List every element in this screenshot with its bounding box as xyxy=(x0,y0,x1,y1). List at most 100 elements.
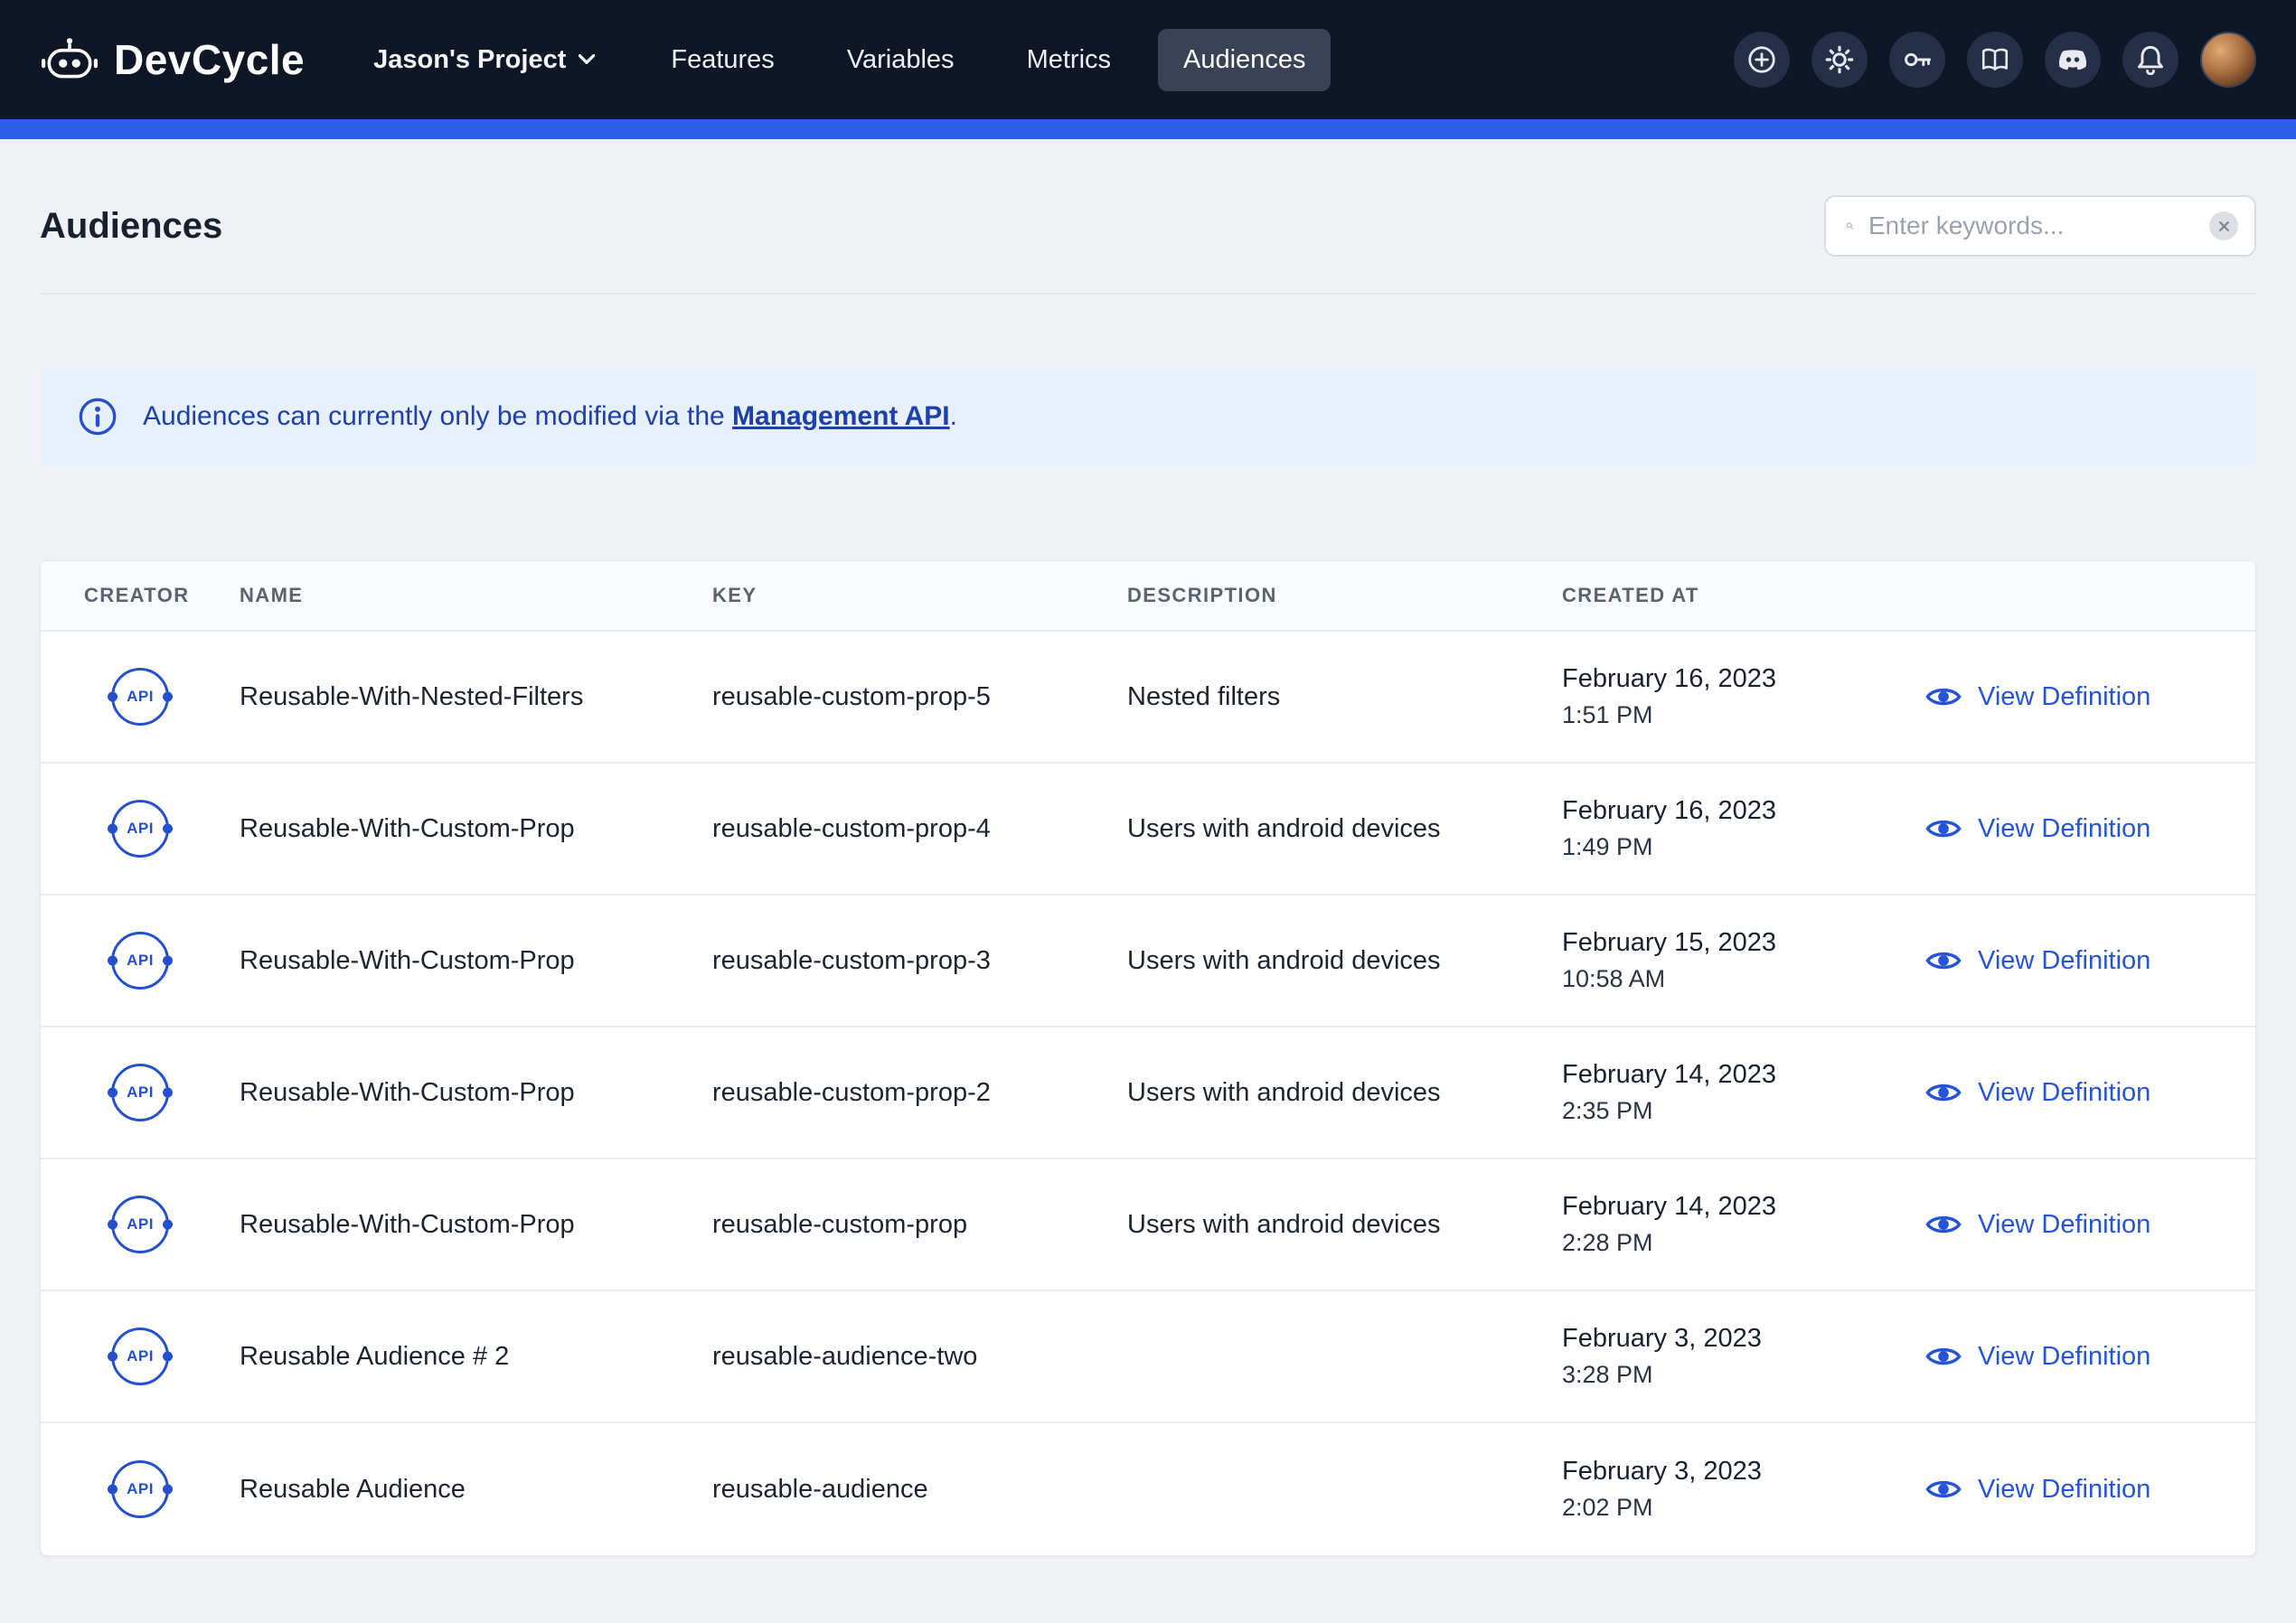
created-date: February 3, 2023 xyxy=(1562,1324,1896,1354)
view-definition-link[interactable]: View Definition xyxy=(1896,814,2255,844)
api-badge-label: API xyxy=(127,820,154,838)
close-icon xyxy=(2218,220,2230,232)
view-definition-link[interactable]: View Definition xyxy=(1896,1078,2255,1108)
creator-cell: API xyxy=(41,1460,240,1518)
created-date: February 14, 2023 xyxy=(1562,1060,1896,1090)
view-definition-label: View Definition xyxy=(1978,1210,2150,1240)
search-box xyxy=(1824,195,2256,257)
view-definition-link[interactable]: View Definition xyxy=(1896,682,2255,712)
nav-item-metrics[interactable]: Metrics xyxy=(1002,29,1136,91)
created-at-cell: February 3, 2023 3:28 PM xyxy=(1562,1324,1896,1389)
audience-key: reusable-custom-prop-5 xyxy=(712,682,1127,712)
view-definition-link[interactable]: View Definition xyxy=(1896,946,2255,976)
eye-icon xyxy=(1925,1344,1962,1369)
audience-description: Nested filters xyxy=(1127,682,1562,712)
view-definition-label: View Definition xyxy=(1978,814,2150,844)
api-badge-label: API xyxy=(127,1215,154,1234)
view-definition-label: View Definition xyxy=(1978,946,2150,976)
api-badge-icon: API xyxy=(111,800,169,858)
created-time: 10:58 AM xyxy=(1562,965,1896,993)
creator-cell: API xyxy=(41,668,240,726)
banner-text-suffix: . xyxy=(950,401,957,431)
col-header-name: Name xyxy=(240,584,712,607)
table-row: API Reusable-With-Custom-Prop reusable-c… xyxy=(41,1027,2255,1159)
api-badge-label: API xyxy=(127,952,154,970)
view-definition-label: View Definition xyxy=(1978,1475,2150,1505)
eye-icon xyxy=(1925,816,1962,841)
user-avatar[interactable] xyxy=(2200,32,2256,88)
audience-name: Reusable-With-Nested-Filters xyxy=(240,682,712,712)
table-row: API Reusable-With-Custom-Prop reusable-c… xyxy=(41,896,2255,1027)
audience-key: reusable-audience xyxy=(712,1475,1127,1505)
created-time: 3:28 PM xyxy=(1562,1361,1896,1389)
created-date: February 16, 2023 xyxy=(1562,796,1896,826)
created-at-cell: February 15, 2023 10:58 AM xyxy=(1562,928,1896,993)
api-badge-label: API xyxy=(127,1347,154,1365)
table-row: API Reusable-With-Nested-Filters reusabl… xyxy=(41,632,2255,764)
table-row: API Reusable-With-Custom-Prop reusable-c… xyxy=(41,764,2255,896)
chevron-down-icon xyxy=(579,54,595,65)
navbar-actions xyxy=(1734,32,2256,88)
gear-icon xyxy=(1824,44,1855,75)
table-row: API Reusable-With-Custom-Prop reusable-c… xyxy=(41,1159,2255,1291)
primary-nav: Features Variables Metrics Audiences xyxy=(645,29,1331,91)
docs-button[interactable] xyxy=(1967,32,2023,88)
creator-cell: API xyxy=(41,1327,240,1385)
info-banner: Audiences can currently only be modified… xyxy=(40,367,2256,466)
project-selector[interactable]: Jason's Project xyxy=(373,45,595,75)
api-badge-icon: API xyxy=(111,932,169,990)
banner-text-prefix: Audiences can currently only be modified… xyxy=(143,401,732,431)
created-at-cell: February 14, 2023 2:28 PM xyxy=(1562,1192,1896,1257)
view-definition-link[interactable]: View Definition xyxy=(1896,1210,2255,1240)
audience-description: Users with android devices xyxy=(1127,1210,1562,1240)
created-at-cell: February 16, 2023 1:49 PM xyxy=(1562,796,1896,861)
nav-item-audiences[interactable]: Audiences xyxy=(1158,29,1331,91)
notifications-button[interactable] xyxy=(2122,32,2178,88)
table-row: API Reusable Audience reusable-audience … xyxy=(41,1423,2255,1555)
create-button[interactable] xyxy=(1734,32,1790,88)
clear-search-button[interactable] xyxy=(2209,211,2238,240)
key-icon xyxy=(1902,44,1933,75)
book-icon xyxy=(1980,45,2010,74)
created-at-cell: February 16, 2023 1:51 PM xyxy=(1562,664,1896,729)
audience-name: Reusable-With-Custom-Prop xyxy=(240,1078,712,1108)
api-badge-icon: API xyxy=(111,1064,169,1121)
search-input[interactable] xyxy=(1868,211,2195,240)
plus-circle-icon xyxy=(1746,44,1777,75)
management-api-link[interactable]: Management API xyxy=(732,401,950,431)
view-definition-label: View Definition xyxy=(1978,1078,2150,1108)
audience-name: Reusable-With-Custom-Prop xyxy=(240,946,712,976)
eye-icon xyxy=(1925,948,1962,973)
bell-icon xyxy=(2136,44,2165,75)
created-date: February 16, 2023 xyxy=(1562,664,1896,694)
created-date: February 14, 2023 xyxy=(1562,1192,1896,1222)
api-badge-label: API xyxy=(127,1480,154,1498)
api-badge-label: API xyxy=(127,1084,154,1102)
devcycle-logo[interactable]: DevCycle xyxy=(40,35,305,84)
settings-button[interactable] xyxy=(1811,32,1868,88)
page-header: Audiences xyxy=(0,139,2296,293)
view-definition-link[interactable]: View Definition xyxy=(1896,1475,2255,1505)
created-time: 1:49 PM xyxy=(1562,833,1896,861)
table-header: Creator Name Key Description Created At xyxy=(41,561,2255,632)
view-definition-link[interactable]: View Definition xyxy=(1896,1342,2255,1372)
banner-message: Audiences can currently only be modified… xyxy=(143,401,957,432)
creator-cell: API xyxy=(41,1196,240,1253)
col-header-key: Key xyxy=(712,584,1127,607)
audience-name: Reusable-With-Custom-Prop xyxy=(240,1210,712,1240)
audience-description: Users with android devices xyxy=(1127,946,1562,976)
audience-key: reusable-audience-two xyxy=(712,1342,1127,1372)
api-badge-icon: API xyxy=(111,668,169,726)
created-time: 2:02 PM xyxy=(1562,1494,1896,1522)
nav-item-variables[interactable]: Variables xyxy=(822,29,980,91)
page-title: Audiences xyxy=(40,206,222,247)
nav-item-features[interactable]: Features xyxy=(645,29,799,91)
api-keys-button[interactable] xyxy=(1889,32,1945,88)
created-at-cell: February 14, 2023 2:35 PM xyxy=(1562,1060,1896,1125)
discord-button[interactable] xyxy=(2045,32,2101,88)
audience-name: Reusable-With-Custom-Prop xyxy=(240,814,712,844)
creator-cell: API xyxy=(41,932,240,990)
top-navbar: DevCycle Jason's Project Features Variab… xyxy=(0,0,2296,119)
audience-key: reusable-custom-prop-2 xyxy=(712,1078,1127,1108)
col-header-description: Description xyxy=(1127,584,1562,607)
